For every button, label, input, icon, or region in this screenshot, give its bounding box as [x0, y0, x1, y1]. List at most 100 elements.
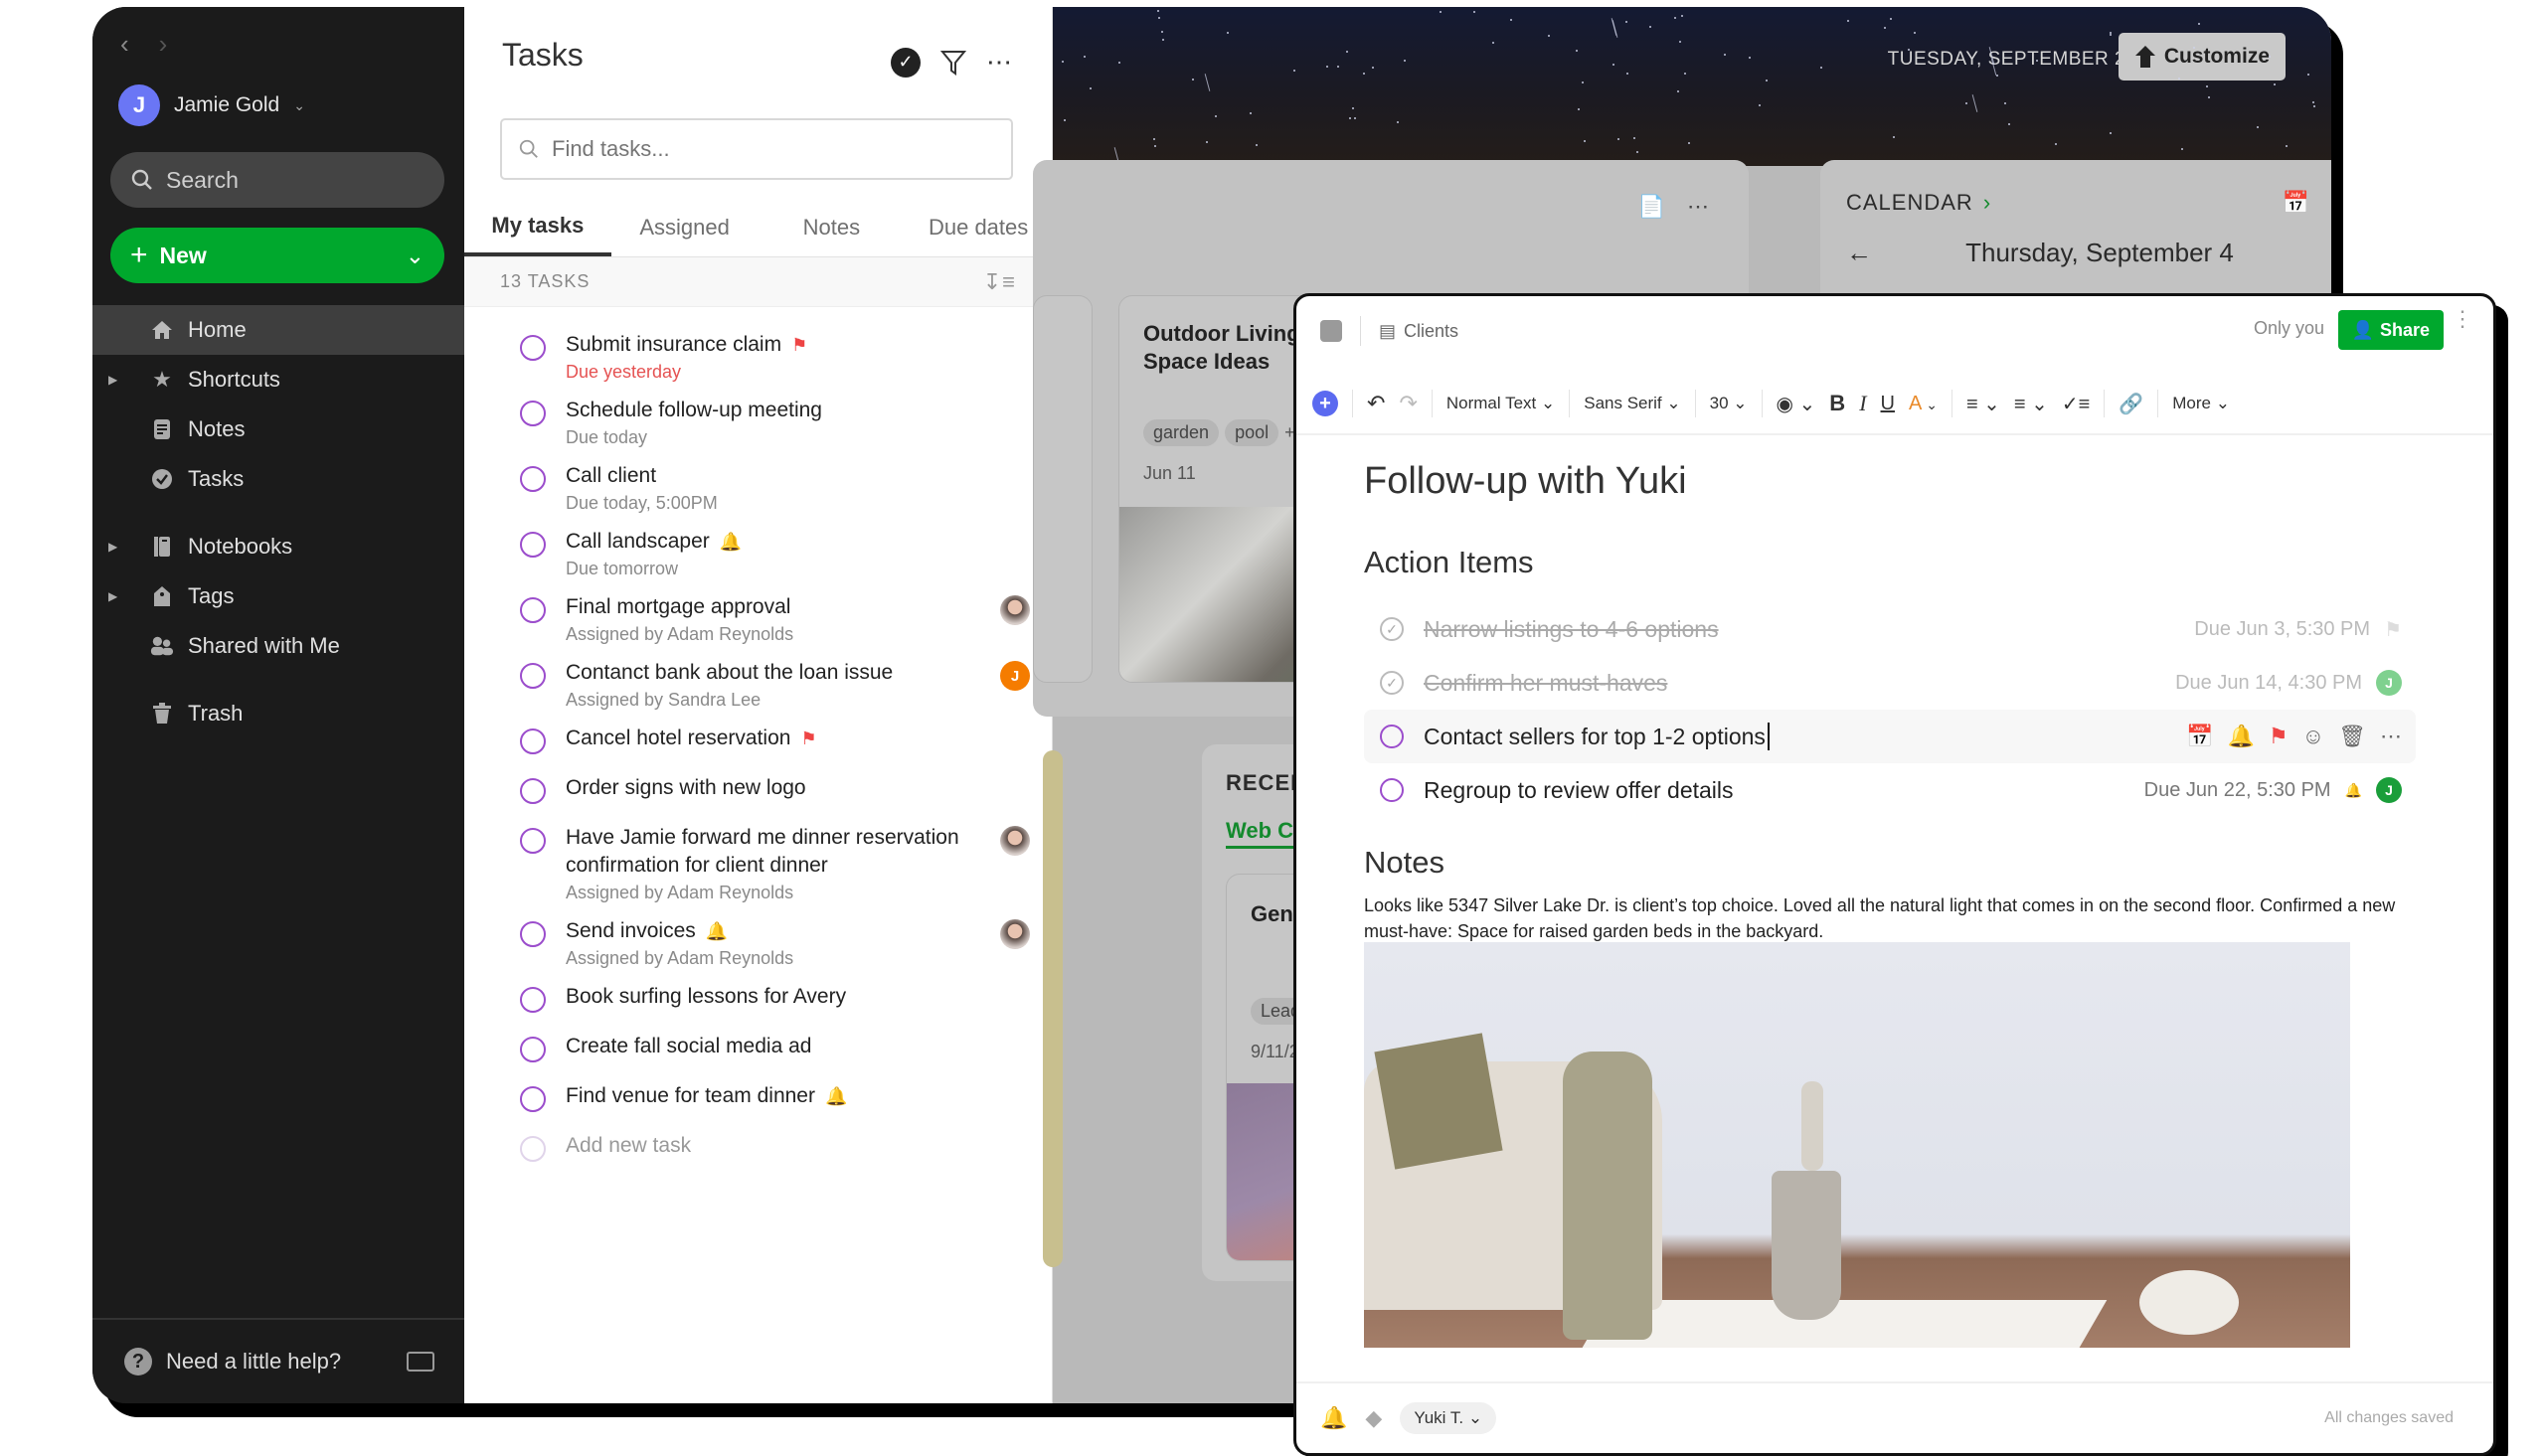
sidebar-item-shortcuts[interactable]: ▶ ★ Shortcuts [92, 355, 464, 404]
task-checkbox[interactable] [1380, 778, 1404, 802]
task-checkbox[interactable] [520, 401, 546, 426]
highlight-icon[interactable]: A ⌄ [1909, 393, 1938, 415]
link-icon[interactable]: 🔗 [2119, 392, 2143, 416]
action-item[interactable]: Regroup to review offer details Due Jun 2… [1364, 763, 2416, 817]
redo-icon[interactable]: ↷ [1399, 391, 1417, 416]
help-link[interactable]: Need a little help? [166, 1349, 341, 1375]
action-item[interactable]: Contact sellers for top 1-2 options 📅 🔔 ⚑ ☺ 🗑… [1364, 710, 2416, 763]
due-date-icon[interactable]: 📅 [2186, 724, 2213, 749]
expand-triangle-icon[interactable]: ▶ [108, 373, 117, 387]
forward-arrow-icon[interactable]: › [159, 29, 168, 60]
task-checkbox[interactable] [520, 335, 546, 361]
sidebar-item-tasks[interactable]: Tasks [92, 454, 464, 504]
tag-chip[interactable]: Yuki T. ⌄ [1400, 1402, 1497, 1434]
calendar-title[interactable]: CALENDAR › [1846, 190, 1991, 216]
add-tag-icon[interactable]: ◆ [1365, 1405, 1382, 1431]
task-checkbox[interactable] [520, 728, 546, 754]
prev-day-arrow-icon[interactable]: ← [1846, 238, 1872, 268]
task-row[interactable]: Contanct bank about the loan issue Assign… [464, 653, 1052, 719]
task-checkbox[interactable] [520, 921, 546, 947]
task-checkbox[interactable] [520, 1037, 546, 1062]
text-style-dropdown[interactable]: Normal Text ⌄ [1446, 394, 1555, 413]
task-checkbox[interactable] [520, 1086, 546, 1112]
sidebar-item-shared-with-me[interactable]: Shared with Me [92, 621, 464, 671]
task-checkbox[interactable] [520, 828, 546, 854]
account-menu[interactable]: J Jamie Gold ⌄ [118, 84, 305, 126]
task-checkbox[interactable] [520, 532, 546, 558]
task-checkbox[interactable] [520, 778, 546, 804]
sidebar-search-button[interactable]: Search [110, 152, 444, 208]
expand-icon[interactable] [1320, 320, 1342, 342]
action-item-text[interactable]: Narrow listings to 4-6 options [1424, 616, 1719, 643]
task-row[interactable]: Have Jamie forward me dinner reservation… [464, 818, 1052, 911]
undo-icon[interactable]: ↶ [1367, 391, 1385, 416]
task-checkbox[interactable] [1380, 725, 1404, 748]
sidebar-item-tags[interactable]: ▶ Tags [92, 571, 464, 621]
checklist-icon[interactable]: ✓≡ [2062, 392, 2090, 416]
action-item-text[interactable]: Regroup to review offer details [1424, 777, 1734, 804]
find-tasks-field[interactable] [500, 118, 1013, 180]
note-card-sketch[interactable] [1033, 295, 1093, 683]
sort-icon[interactable]: ↧≡ [983, 269, 1016, 295]
task-checkbox[interactable] [520, 987, 546, 1013]
numbered-list-icon[interactable]: ≡ ⌄ [2014, 392, 2048, 416]
action-item-text[interactable]: Confirm her must-haves [1424, 670, 1667, 697]
task-row[interactable]: Final mortgage approval Assigned by Adam … [464, 587, 1052, 653]
help-icon[interactable]: ? [124, 1348, 152, 1375]
task-row[interactable]: Create fall social media ad [464, 1027, 1052, 1076]
task-checkbox[interactable]: ✓ [1380, 617, 1404, 641]
tab-assigned[interactable]: Assigned [611, 198, 759, 256]
chevron-down-icon[interactable]: ⌄ [406, 243, 424, 269]
more-dropdown[interactable]: More ⌄ [2172, 394, 2230, 413]
task-row[interactable]: Send invoices 🔔 Assigned by Adam Reynolds [464, 911, 1052, 977]
task-row[interactable]: Call client Due today, 5:00PM [464, 456, 1052, 522]
sidebar-item-trash[interactable]: Trash [92, 689, 464, 738]
find-tasks-input[interactable] [552, 136, 969, 162]
sidebar-item-notebooks[interactable]: ▶ Notebooks [92, 522, 464, 571]
task-checkbox[interactable] [520, 597, 546, 623]
notes-paragraph[interactable]: Looks like 5347 Silver Lake Dr. is clien… [1364, 892, 2416, 944]
task-checkbox[interactable] [520, 663, 546, 689]
task-row[interactable]: Schedule follow-up meeting Due today [464, 391, 1052, 456]
new-note-icon[interactable]: 📄 [1638, 194, 1665, 220]
reminder-bell-icon[interactable]: 🔔 [2227, 724, 2254, 749]
sidebar-item-home[interactable]: Home [92, 305, 464, 355]
assign-icon[interactable]: ☺ [2302, 724, 2324, 749]
bold-icon[interactable]: B [1829, 391, 1845, 416]
flag-icon[interactable]: ⚑ [2269, 724, 2289, 749]
expand-triangle-icon[interactable]: ▶ [108, 589, 117, 603]
tab-due-dates[interactable]: Due dates [905, 198, 1052, 256]
add-task-icon[interactable]: ✓ [891, 47, 921, 78]
task-row[interactable]: Submit insurance claim ⚑ Due yesterday [464, 325, 1052, 391]
task-row[interactable]: Book surfing lessons for Avery [464, 977, 1052, 1027]
task-row[interactable]: Call landscaper 🔔 Due tomorrow [464, 522, 1052, 587]
font-size-dropdown[interactable]: 30 ⌄ [1710, 394, 1748, 413]
insert-plus-icon[interactable]: + [1312, 391, 1338, 416]
note-title[interactable]: Follow-up with Yuki [1364, 460, 2416, 503]
next-day-arrow-icon[interactable]: → [2327, 238, 2331, 268]
more-options-icon[interactable]: ⋯ [1687, 194, 1709, 220]
font-dropdown[interactable]: Sans Serif ⌄ [1584, 394, 1680, 413]
task-checkbox[interactable]: ✓ [1380, 671, 1404, 695]
action-item[interactable]: ✓ Narrow listings to 4-6 options Due Jun 3… [1364, 602, 2416, 656]
italic-icon[interactable]: I [1859, 391, 1866, 416]
tab-notes[interactable]: Notes [759, 198, 906, 256]
keyboard-icon[interactable] [407, 1352, 434, 1372]
sidebar-item-notes[interactable]: Notes [92, 404, 464, 454]
customize-button[interactable]: Customize [2118, 33, 2286, 81]
task-row[interactable]: Cancel hotel reservation ⚑ [464, 719, 1052, 768]
underline-icon[interactable]: U [1881, 393, 1895, 415]
more-options-icon[interactable]: ⋯ [986, 47, 1012, 78]
notebook-breadcrumb[interactable]: ▤ Clients [1379, 321, 1458, 342]
more-options-icon[interactable]: ⋮ [2452, 308, 2473, 330]
add-new-task[interactable]: Add new task [464, 1126, 1052, 1176]
bullet-list-icon[interactable]: ≡ ⌄ [1966, 392, 2000, 416]
new-button[interactable]: + New ⌄ [110, 228, 444, 283]
note-body[interactable]: Follow-up with Yuki Action Items ✓ Narrow… [1364, 460, 2416, 944]
add-reminder-icon[interactable]: 🔔 [1320, 1405, 1347, 1431]
back-arrow-icon[interactable]: ‹ [120, 29, 129, 60]
action-item[interactable]: ✓ Confirm her must-haves Due Jun 14, 4:30 … [1364, 656, 2416, 710]
text-color-icon[interactable]: ◉ ⌄ [1777, 392, 1816, 416]
tab-my-tasks[interactable]: My tasks [464, 198, 611, 256]
more-options-icon[interactable]: ⋯ [2380, 724, 2402, 749]
